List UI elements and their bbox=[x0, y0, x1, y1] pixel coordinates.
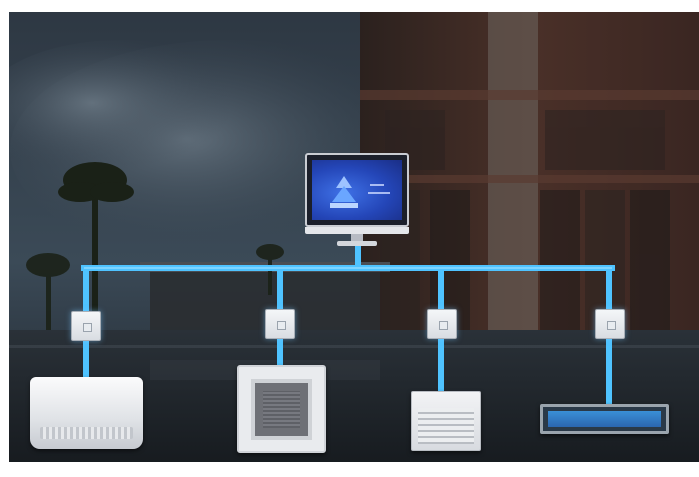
monitor-screen bbox=[312, 160, 402, 220]
unit-grille bbox=[40, 427, 133, 439]
cassette-indoor-unit bbox=[237, 365, 326, 453]
monitor-chin bbox=[305, 227, 409, 234]
building-beam bbox=[360, 90, 699, 100]
interface-module-3 bbox=[427, 309, 457, 339]
ducted-indoor-unit bbox=[540, 404, 669, 434]
interface-module-1 bbox=[71, 311, 101, 341]
interface-module-2 bbox=[265, 309, 295, 339]
building-beam bbox=[360, 175, 699, 183]
floor-standing-indoor-unit bbox=[411, 391, 481, 451]
interface-module-4 bbox=[595, 309, 625, 339]
module-indicator bbox=[277, 321, 286, 330]
cassette-panel bbox=[251, 379, 312, 440]
monitor-stand bbox=[337, 241, 377, 246]
wall-mounted-indoor-unit bbox=[30, 377, 143, 449]
module-indicator bbox=[439, 321, 448, 330]
cassette-grille bbox=[263, 391, 300, 428]
image-border bbox=[0, 0, 9, 477]
screen-text-line bbox=[370, 184, 384, 186]
duct-panel bbox=[548, 411, 661, 427]
image-border bbox=[0, 462, 699, 477]
image-border bbox=[0, 0, 699, 12]
central-controller-monitor bbox=[305, 153, 409, 253]
unit-slats bbox=[418, 408, 474, 444]
screen-text-line bbox=[368, 192, 390, 194]
module-indicator bbox=[83, 323, 92, 332]
monitor-bezel bbox=[305, 153, 409, 227]
screen-logo-icon bbox=[330, 176, 358, 208]
module-indicator bbox=[607, 321, 616, 330]
network-diagram bbox=[0, 0, 699, 477]
